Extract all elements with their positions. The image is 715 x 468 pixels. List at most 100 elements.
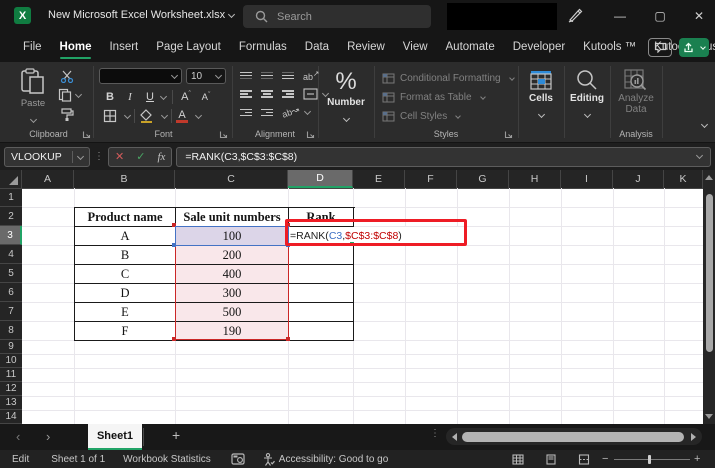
add-sheet-button[interactable]: + (172, 427, 180, 443)
document-title[interactable]: New Microsoft Excel Worksheet.xlsx (48, 9, 236, 21)
formula-bar-drag-handle[interactable]: ⋮ (94, 152, 104, 162)
row-header-5[interactable]: 5 (0, 264, 22, 283)
zoom-out-button[interactable]: − (602, 453, 608, 465)
column-header-b[interactable]: B (74, 170, 175, 188)
menu-item-kutools-[interactable]: Kutools ™ (574, 32, 645, 62)
table-row-rank[interactable] (289, 246, 354, 265)
borders-icon[interactable] (103, 109, 117, 123)
wrap-dropdown-icon[interactable] (303, 107, 311, 116)
name-box-dropdown-icon[interactable] (76, 152, 85, 161)
column-header-a[interactable]: A (22, 170, 74, 188)
grow-font-button[interactable]: Aˆ (179, 91, 193, 103)
select-all-button[interactable] (0, 170, 22, 188)
row-header-8[interactable]: 8 (0, 321, 22, 340)
copy-button[interactable] (58, 88, 83, 102)
workbook-statistics-button[interactable]: Workbook Statistics (123, 454, 211, 465)
decrease-indent-button[interactable] (240, 107, 252, 118)
number-group-button[interactable]: % Number (318, 62, 374, 143)
analyze-data-icon[interactable] (624, 69, 648, 93)
table-row-product[interactable]: F (75, 322, 176, 341)
vertical-scrollbar[interactable] (703, 170, 715, 424)
table-row-rank[interactable] (289, 303, 354, 322)
table-header-product-name[interactable]: Product name (75, 208, 176, 227)
expand-formula-bar-icon[interactable] (695, 151, 704, 160)
menu-item-home[interactable]: Home (51, 32, 101, 62)
table-row-product[interactable]: B (75, 246, 176, 265)
underline-button[interactable]: U (143, 91, 157, 103)
format-painter-button[interactable] (60, 107, 74, 121)
table-row-product[interactable]: C (75, 265, 176, 284)
search-input[interactable]: Search (243, 5, 431, 28)
font-size-combo[interactable]: 10 (186, 68, 226, 84)
table-header-sale-unit-numbers[interactable]: Sale unit numbers (176, 208, 289, 227)
table-row-product[interactable]: E (75, 303, 176, 322)
row-header-11[interactable]: 11 (0, 368, 22, 382)
menu-item-view[interactable]: View (394, 32, 437, 62)
row-header-7[interactable]: 7 (0, 302, 22, 321)
column-header-h[interactable]: H (509, 170, 561, 188)
accessibility-status[interactable]: Accessibility: Good to go (263, 452, 388, 466)
paste-button[interactable]: Paste (14, 68, 52, 127)
title-dropdown-icon[interactable] (228, 10, 236, 18)
column-header-f[interactable]: F (405, 170, 457, 188)
close-button[interactable]: ✕ (684, 2, 714, 30)
row-header-9[interactable]: 9 (0, 340, 22, 354)
font-color-dropdown-icon[interactable] (194, 111, 203, 119)
page-break-view-icon[interactable] (578, 454, 590, 465)
column-header-g[interactable]: G (457, 170, 509, 188)
shrink-font-button[interactable]: Aˇ (199, 92, 213, 103)
clipboard-dialog-launcher-icon[interactable] (82, 130, 91, 139)
bottom-align-button[interactable] (282, 70, 294, 81)
styles-button-cell-styles[interactable]: Cell Styles (382, 107, 514, 126)
column-header-c[interactable]: C (175, 170, 288, 188)
menu-item-review[interactable]: Review (338, 32, 394, 62)
align-center-button[interactable] (261, 89, 273, 100)
column-header-k[interactable]: K (664, 170, 703, 188)
comments-button[interactable] (648, 38, 672, 57)
top-align-button[interactable] (240, 70, 252, 81)
row-header-14[interactable]: 14 (0, 410, 22, 424)
share-button[interactable] (679, 38, 709, 57)
styles-button-format-as-table[interactable]: Format as Table (382, 88, 514, 107)
editing-group-button[interactable]: Editing (564, 62, 610, 143)
enter-formula-button[interactable]: ✓ (136, 150, 145, 163)
alignment-dialog-launcher-icon[interactable] (306, 130, 315, 139)
column-header-i[interactable]: I (561, 170, 613, 188)
minimize-button[interactable]: — (605, 2, 635, 30)
scroll-down-icon[interactable] (705, 414, 713, 419)
horizontal-scrollbar-thumb[interactable] (462, 431, 684, 442)
middle-align-button[interactable] (261, 70, 273, 81)
row-header-12[interactable]: 12 (0, 382, 22, 396)
maximize-button[interactable]: ▢ (645, 2, 675, 30)
font-color-button[interactable]: A (176, 109, 188, 123)
cancel-formula-button[interactable]: ✕ (115, 150, 124, 163)
row-header-1[interactable]: 1 (0, 188, 22, 207)
styles-button-conditional-formatting[interactable]: Conditional Formatting (382, 69, 515, 88)
vertical-scrollbar-thumb[interactable] (705, 194, 713, 352)
scroll-up-icon[interactable] (705, 175, 713, 180)
formula-input[interactable]: =RANK(C3,$C$3:$C$8) (176, 146, 711, 167)
borders-dropdown-icon[interactable] (123, 111, 132, 119)
ink-pen-icon[interactable] (566, 6, 584, 24)
table-row-rank[interactable] (289, 322, 354, 341)
cut-button[interactable] (60, 70, 74, 83)
zoom-slider-thumb[interactable] (648, 455, 651, 464)
table-row-product[interactable]: A (75, 227, 176, 246)
column-header-e[interactable]: E (353, 170, 405, 188)
wrap-text-button[interactable]: ab↝ (281, 104, 301, 120)
font-dialog-launcher-icon[interactable] (219, 130, 228, 139)
align-right-button[interactable] (282, 89, 294, 100)
next-sheet-icon[interactable]: › (46, 429, 50, 444)
orientation-button[interactable]: ab↗ (303, 69, 319, 82)
horizontal-scrollbar[interactable] (446, 428, 702, 445)
table-row-rank[interactable] (289, 265, 354, 284)
page-layout-view-icon[interactable] (545, 454, 557, 465)
collapse-ribbon-icon[interactable] (700, 120, 709, 129)
tab-bar-splitter[interactable]: ⋮ (430, 429, 440, 439)
italic-button[interactable]: I (123, 91, 137, 103)
cells-group-button[interactable]: Cells (518, 62, 564, 143)
prev-sheet-icon[interactable]: ‹ (16, 429, 20, 444)
menu-item-formulas[interactable]: Formulas (230, 32, 296, 62)
styles-dialog-launcher-icon[interactable] (504, 130, 513, 139)
scroll-left-icon[interactable] (452, 432, 457, 441)
